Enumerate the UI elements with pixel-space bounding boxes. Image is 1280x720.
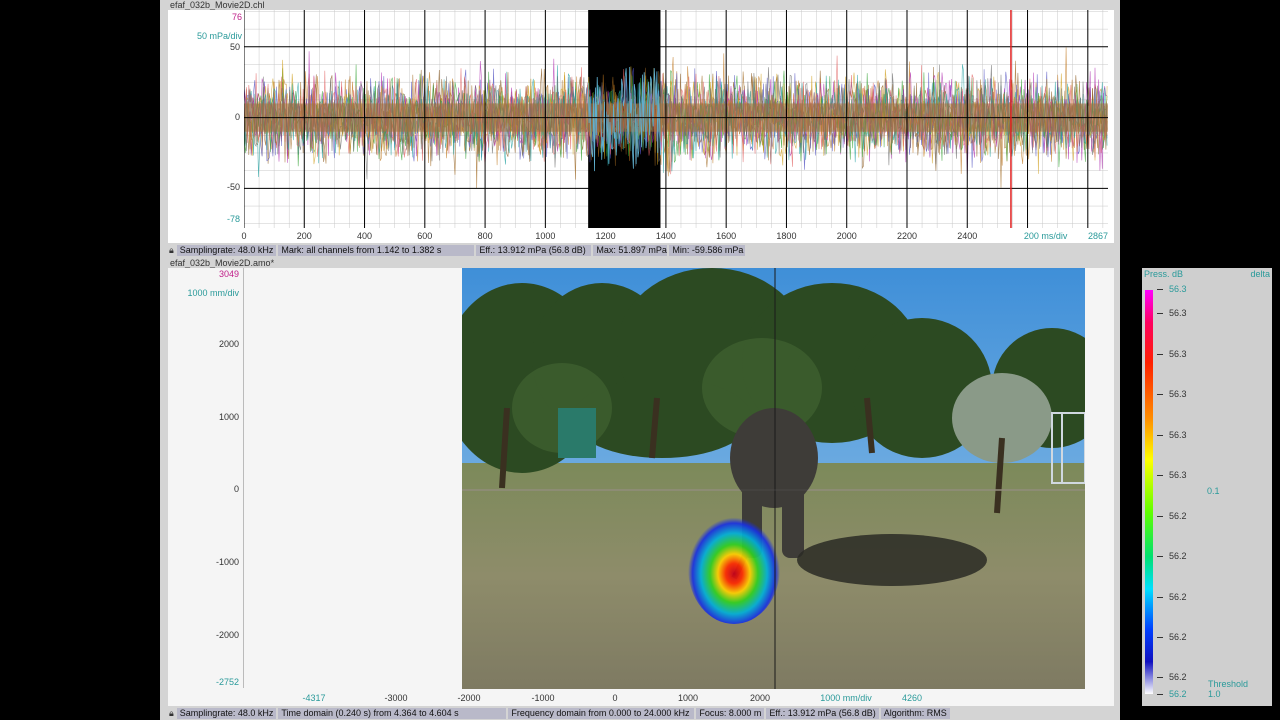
- waveform-x-tick: 400: [357, 231, 373, 241]
- map-y-tick: -1000: [215, 557, 239, 567]
- status-min: Min: -59.586 mPa: [669, 245, 746, 256]
- waveform-x-tick: 2000: [836, 231, 857, 241]
- threshold-label: Threshold: [1208, 679, 1249, 689]
- colorbar-tick: 56.2: [1157, 551, 1187, 561]
- map-y-scale: 1000 mm/div: [187, 288, 239, 298]
- status-time-domain: Time domain (0.240 s) from 4.364 to 4.60…: [278, 708, 507, 719]
- colorbar-tick: 56.2: [1157, 511, 1187, 521]
- colorbar-delta-label: delta: [1250, 269, 1270, 279]
- colorbar-tick: 56.3: [1157, 389, 1187, 399]
- waveform-x-max: 2867: [1087, 231, 1109, 241]
- colorbar-tick: 56.3: [1157, 308, 1187, 318]
- waveform-y-tick: 0: [234, 112, 240, 122]
- map-x-tick: -2000: [457, 693, 481, 703]
- status-mark: Mark: all channels from 1.142 to 1.382 s: [278, 245, 475, 256]
- waveform-y-min: -78: [226, 214, 240, 224]
- map-y-max: 3049: [218, 269, 239, 279]
- map-y-tick: -2000: [215, 630, 239, 640]
- elephant-shadow: [797, 534, 987, 586]
- map-y-tick: 2000: [218, 339, 239, 349]
- waveform-x-tick: 1800: [776, 231, 797, 241]
- waveform-x-tick: 800: [477, 231, 493, 241]
- colorbar-tick: 56.3: [1157, 470, 1187, 480]
- colorbar-tick: 56.2: [1157, 672, 1187, 682]
- waveform-x-tick: 200: [296, 231, 312, 241]
- colorbar-tick: 56.2: [1157, 632, 1187, 642]
- status-frequency-domain: Frequency domain from 0.000 to 24.000 kH…: [508, 708, 695, 719]
- waveform-x-tick: 1200: [595, 231, 616, 241]
- map-y-tick: 0: [233, 484, 239, 494]
- colorbar-panel: Press. dB delta 56.3 56.3 56.3 56.3 56.3…: [1142, 268, 1272, 706]
- map-x-tick: -1000: [531, 693, 555, 703]
- threshold-value[interactable]: 1.0: [1208, 689, 1221, 699]
- map-y-min: -2752: [215, 677, 239, 687]
- colorbar-tick: 56.2: [1157, 592, 1187, 602]
- map-x-axis: -4317 -3000 -2000 -1000 0 1000 2000 1000…: [300, 693, 930, 705]
- map-x-max: 4260: [901, 693, 923, 703]
- waveform-x-tick: 2400: [957, 231, 978, 241]
- status-focus: Focus: 8.000 m: [696, 708, 765, 719]
- waveform-y-tick: -50: [226, 182, 240, 192]
- status-algorithm: Algorithm: RMS: [880, 708, 950, 719]
- map-status-bar: 🔒︎ Samplingrate: 48.0 kHz Time domain (0…: [168, 708, 950, 719]
- waveform-x-axis: 0 200 400 600 800 1000 1200 1400 1600 1800 2000 220…: [241, 231, 1109, 243]
- waveform-x-tick: 0: [241, 231, 247, 241]
- colorbar-top-value: 56.3: [1157, 284, 1187, 294]
- colorbar-ratio[interactable]: 0.1: [1207, 486, 1220, 496]
- map-y-axis: 3049 1000 mm/div 2000 1000 0 -1000 -2000…: [168, 268, 244, 688]
- map-x-min: -4317: [302, 693, 326, 703]
- sound-source-heatmap: [688, 512, 780, 624]
- lock-icon[interactable]: 🔒︎: [168, 245, 175, 256]
- waveform-x-tick: 1400: [655, 231, 676, 241]
- colorbar-bottom-value: 56.2: [1157, 689, 1187, 699]
- waveform-y-tick: 50: [229, 42, 240, 52]
- status-max: Max: 51.897 mPa: [593, 245, 668, 256]
- waveform-y-axis: 76 50 mPa/div 50 0 -50 -78: [168, 10, 244, 243]
- acoustic-map-file-title: efaf_032b_Movie2D.amo*: [170, 258, 275, 268]
- waveform-x-tick: 600: [417, 231, 433, 241]
- colorbar-tick: 56.3: [1157, 349, 1187, 359]
- channel-file-title: efaf_032b_Movie2D.chl: [170, 0, 265, 10]
- map-x-tick: -3000: [384, 693, 408, 703]
- map-y-tick: 1000: [218, 412, 239, 422]
- colorbar-tick: 56.3: [1157, 430, 1187, 440]
- status-eff: Eff.: 13.912 mPa (56.8 dB): [766, 708, 879, 719]
- camera-image[interactable]: [462, 268, 1085, 689]
- status-eff: Eff.: 13.912 mPa (56.8 dB): [476, 245, 592, 256]
- waveform-x-tick: 1000: [535, 231, 556, 241]
- status-samplingrate: Samplingrate: 48.0 kHz: [176, 245, 277, 256]
- map-x-tick: 2000: [749, 693, 771, 703]
- colorbar-title: Press. dB: [1144, 269, 1184, 279]
- map-x-tick: 1000: [677, 693, 699, 703]
- waveform-y-max: 76: [231, 12, 242, 22]
- acoustic-camera-window: efaf_032b_Movie2D.chl 76 50 mPa/div 50 0…: [160, 0, 1272, 720]
- lock-icon[interactable]: 🔒︎: [168, 708, 175, 719]
- waveform-plot[interactable]: [244, 10, 1108, 228]
- waveform-y-scale: 50 mPa/div: [196, 31, 242, 41]
- waveform-x-tick: 1600: [716, 231, 737, 241]
- waveform-status-bar: 🔒︎ Samplingrate: 48.0 kHz Mark: all chan…: [168, 245, 746, 256]
- map-x-tick: 0: [612, 693, 618, 703]
- colorbar-gradient[interactable]: [1145, 290, 1153, 694]
- water-tank: [558, 408, 596, 458]
- waveform-x-tick: 2200: [896, 231, 917, 241]
- waveform-panel: 76 50 mPa/div 50 0 -50 -78 0 200 400 600 800…: [168, 10, 1114, 243]
- map-x-scale: 1000 mm/div: [820, 693, 872, 703]
- status-samplingrate: Samplingrate: 48.0 kHz: [176, 708, 277, 719]
- waveform-x-scale: 200 ms/div: [1023, 231, 1068, 241]
